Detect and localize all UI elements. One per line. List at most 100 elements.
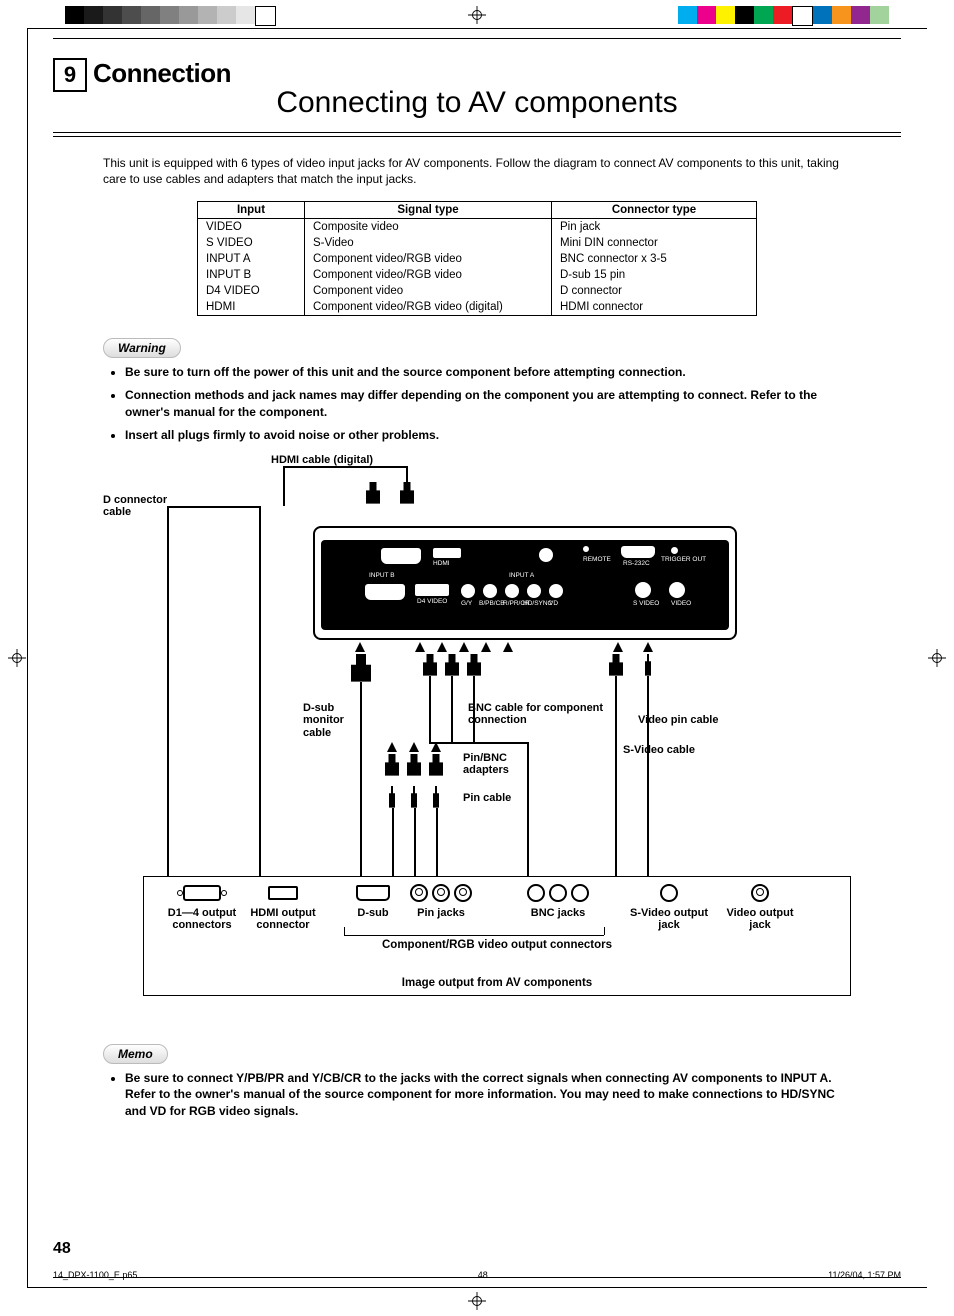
port-d4video — [381, 548, 421, 564]
table-header: Input — [198, 202, 305, 219]
arrow-up-icon — [409, 742, 419, 752]
cable-line — [436, 808, 438, 876]
port-misc — [539, 548, 553, 562]
port-bnc-gy — [461, 584, 475, 598]
video-jack-icon — [751, 884, 769, 902]
jack-label: jack — [749, 919, 770, 931]
page: 9 Connection Connecting to AV components… — [0, 0, 954, 1316]
table-cell: S VIDEO — [198, 235, 305, 251]
color-swatch — [773, 6, 792, 24]
port-label: HDMI — [433, 560, 450, 567]
bnc-jack-icon — [549, 884, 567, 902]
port-label: D4 VIDEO — [417, 598, 447, 605]
arrow-up-icon — [387, 742, 397, 752]
jack-svideo: S-Video outputjack — [624, 883, 714, 932]
cable-line — [167, 506, 169, 876]
cable-line — [429, 676, 431, 742]
port-remote — [583, 546, 589, 552]
svideo-jack-icon — [660, 884, 678, 902]
warning-item: Connection methods and jack names may di… — [125, 387, 851, 421]
port-label: INPUT B — [369, 572, 395, 579]
table-cell: INPUT A — [198, 251, 305, 267]
port-svideo — [635, 582, 651, 598]
bnc-adapter-icon — [407, 754, 421, 776]
port-label: VD — [549, 600, 558, 607]
registration-mark-icon — [468, 6, 486, 24]
arrow-up-icon — [503, 642, 513, 652]
label-svideo-cable: S-Video cable — [623, 744, 695, 757]
bracket-line — [344, 927, 346, 935]
port-bnc-hd — [527, 584, 541, 598]
table-cell: Component video — [305, 283, 552, 299]
color-swatch — [179, 6, 198, 24]
footer-page: 48 — [478, 1270, 488, 1280]
cable-line — [451, 676, 453, 742]
color-swatch — [851, 6, 870, 24]
jack-bnc: BNC jacks — [518, 883, 598, 920]
crop-line — [27, 28, 927, 29]
bracket-line — [344, 935, 604, 936]
color-swatch — [103, 6, 122, 24]
dsub-plug-icon — [351, 654, 371, 682]
arrow-up-icon — [613, 642, 623, 652]
pin-jack-icon — [432, 884, 450, 902]
footer-file: 14_DPX-1100_E.p65 — [53, 1270, 137, 1280]
label-dsub-cable: D-sub monitor cable — [303, 702, 363, 740]
color-swatch — [754, 6, 773, 24]
arrow-up-icon — [415, 642, 425, 652]
color-swatch — [198, 6, 217, 24]
bnc-adapter-icon — [429, 754, 443, 776]
jack-dsub: D-sub — [348, 883, 398, 920]
memo-item: Be sure to connect Y/PB/PR and Y/CB/CR t… — [125, 1070, 851, 1120]
port-rs232c — [621, 546, 655, 558]
arrow-up-icon — [355, 642, 365, 652]
cable-line — [406, 466, 408, 482]
color-bar-right — [678, 6, 889, 24]
svideo-plug-icon — [609, 654, 623, 676]
page-number: 48 — [53, 1240, 71, 1258]
cable-line — [647, 676, 649, 876]
color-swatch — [735, 6, 754, 24]
table-cell: Composite video — [305, 219, 552, 236]
jack-d4: D1—4 outputconnectors — [162, 883, 242, 932]
rear-panel: REMOTE RS-232C TRIGGER OUT HDMI INPUT B … — [313, 526, 737, 640]
registration-mark-icon — [928, 649, 946, 667]
jack-label: S-Video output — [630, 907, 708, 919]
av-mid-label: Component/RGB video output connectors — [144, 939, 850, 951]
color-bar-left — [65, 6, 276, 24]
port-label: S VIDEO — [633, 600, 659, 607]
table-cell: VIDEO — [198, 219, 305, 236]
jack-label: BNC jacks — [531, 907, 585, 919]
pin-plug-icon — [431, 786, 441, 808]
color-swatch — [84, 6, 103, 24]
port-trigger — [671, 547, 678, 554]
bnc-adapter-icon — [385, 754, 399, 776]
registration-mark-icon — [468, 1292, 486, 1310]
color-swatch — [65, 6, 84, 24]
bnc-jack-icon — [527, 884, 545, 902]
port-bnc-b — [483, 584, 497, 598]
label-pinbnc: Pin/BNC adapters — [463, 752, 533, 777]
table-cell: Pin jack — [552, 219, 757, 236]
port-bnc-vd — [549, 584, 563, 598]
memo-badge: Memo — [103, 1044, 168, 1064]
av-bottom-label: Image output from AV components — [144, 977, 850, 989]
port-label: B/PB/CB — [479, 600, 505, 607]
port-label: RS-232C — [623, 560, 650, 567]
arrow-up-icon — [481, 642, 491, 652]
color-swatch — [141, 6, 160, 24]
connection-diagram: HDMI cable (digital) D connector cable D… — [103, 454, 851, 1014]
color-swatch — [122, 6, 141, 24]
label-pin-cable: Pin cable — [463, 792, 511, 805]
cable-line — [259, 506, 261, 876]
jack-label: jack — [658, 919, 679, 931]
pin-jack-icon — [454, 884, 472, 902]
pin-plug-icon — [409, 786, 419, 808]
port-label: HD/SYNC — [523, 600, 552, 607]
cable-line — [429, 742, 529, 744]
table-cell: HDMI connector — [552, 299, 757, 316]
color-swatch — [160, 6, 179, 24]
table-cell: D4 VIDEO — [198, 283, 305, 299]
divider — [53, 132, 901, 133]
port-label: TRIGGER OUT — [661, 556, 706, 563]
